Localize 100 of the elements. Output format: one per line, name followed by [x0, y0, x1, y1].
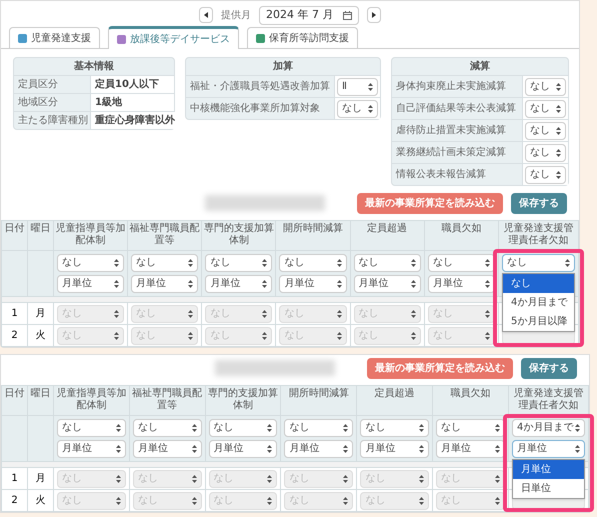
dropdown-select[interactable]: なし [436, 419, 505, 437]
dropdown-select[interactable]: なし [525, 144, 566, 162]
dropdown-select[interactable]: 月単位 [436, 440, 505, 458]
row-label: 主たる障害種別 [17, 114, 89, 128]
sort-caret-icon [262, 259, 268, 267]
sort-caret-icon [262, 310, 268, 318]
dropdown-select[interactable]: なし [132, 419, 202, 437]
left-arrow-icon [204, 12, 208, 18]
sort-caret-icon [116, 496, 121, 504]
dropdown-option[interactable]: 4か月目まで [503, 293, 574, 312]
sort-caret-icon [188, 332, 194, 340]
sort-caret-icon [410, 259, 416, 267]
sort-caret-icon [343, 496, 348, 504]
dropdown-option[interactable]: 月単位 [513, 460, 584, 479]
sort-caret-icon [368, 104, 373, 112]
dropdown-select[interactable]: なし [279, 254, 347, 272]
dropdown-select[interactable]: なし [337, 100, 378, 118]
dropdown-select[interactable]: なし [525, 78, 566, 96]
sort-caret-icon [114, 310, 120, 318]
row-label: 中核機能強化事業所加算対象 [189, 102, 321, 116]
sort-caret-icon [116, 474, 121, 482]
weekday-cell: 火 [36, 495, 46, 506]
dropdown-select[interactable]: 月単位 [428, 275, 495, 293]
dropdown-option[interactable]: 5か月目以降 [503, 312, 574, 331]
column-header: 日付 [4, 388, 24, 399]
sort-caret-icon [343, 424, 348, 432]
sort-caret-icon [192, 424, 197, 432]
dropdown-select[interactable]: Ⅱ [337, 78, 378, 96]
column-header: 開所時間減算 [283, 223, 344, 234]
dropdown-select[interactable]: 月単位 [205, 275, 272, 293]
tab[interactable]: 保育所等訪問支援 [247, 27, 358, 48]
sort-caret-icon [116, 424, 121, 432]
dropdown-select[interactable]: なし [360, 419, 430, 437]
sort-caret-icon [556, 82, 561, 90]
dropdown-select[interactable]: 月単位 [132, 440, 202, 458]
row-label: 虐待防止措置未実施減算 [395, 124, 507, 138]
row-label: 業務継続計画未策定減算 [395, 146, 507, 160]
dropdown-select[interactable]: 月単位 [354, 275, 421, 293]
dropdown-select[interactable]: 月単位 [512, 440, 585, 458]
sort-caret-icon [495, 474, 500, 482]
dropdown-select[interactable]: なし [208, 419, 278, 437]
dropdown-select[interactable]: 月単位 [131, 275, 198, 293]
tab[interactable]: 放課後等デイサービス [108, 26, 239, 49]
tab[interactable]: 児童発達支援 [9, 27, 100, 48]
sort-caret-icon [262, 332, 268, 340]
dropdown-select[interactable]: なし [525, 166, 566, 184]
dropdown-select[interactable]: なし [502, 254, 575, 272]
dropdown-select[interactable]: 月単位 [208, 440, 278, 458]
row-label: 身体拘束廃止未実施減算 [395, 80, 507, 94]
column-header: 専門的支援加算体制 [208, 388, 278, 411]
column-header: 定員超過 [367, 223, 408, 234]
sort-caret-icon [419, 445, 424, 453]
column-header: 日付 [4, 223, 24, 234]
dropdown-select[interactable]: 4か月目まで [512, 419, 585, 437]
dropdown-select[interactable]: 月単位 [57, 275, 124, 293]
previous-month-button[interactable] [199, 7, 213, 23]
date-cell: 2 [11, 495, 18, 506]
sort-caret-icon [188, 280, 194, 288]
dropdown-select[interactable]: なし [284, 419, 354, 437]
column-header: 職員欠如 [441, 223, 482, 234]
sort-caret-icon [336, 332, 342, 340]
sort-caret-icon [267, 474, 272, 482]
dropdown-select[interactable]: 月単位 [57, 440, 126, 458]
field-label: 提供月 [221, 8, 251, 22]
dropdown-select[interactable]: なし [57, 254, 124, 272]
sort-caret-icon [485, 310, 490, 318]
column-header: 児童指導員等加配体制 [56, 388, 126, 411]
sort-caret-icon [495, 496, 500, 504]
dropdown-select[interactable]: なし [205, 254, 272, 272]
sort-caret-icon [556, 148, 561, 156]
column-header: 開所時間減算 [288, 388, 349, 399]
row-label: 定員区分 [17, 78, 59, 92]
dropdown-select[interactable]: なし [428, 254, 495, 272]
weekday-cell: 火 [36, 330, 46, 341]
dropdown-select[interactable]: なし [525, 122, 566, 140]
save-button[interactable]: 保存する [521, 358, 577, 378]
dropdown-select[interactable]: なし [57, 419, 126, 437]
row-label: 自己評価結果等未公表減算 [395, 102, 517, 116]
sort-caret-icon [343, 474, 348, 482]
row-value: 定員10人以下 [90, 76, 174, 93]
sort-caret-icon [575, 445, 580, 453]
dropdown-select[interactable]: 月単位 [360, 440, 430, 458]
sort-caret-icon [267, 496, 272, 504]
dropdown-option[interactable]: なし [503, 274, 574, 293]
sort-caret-icon [485, 259, 490, 267]
save-button[interactable]: 保存する [511, 192, 567, 214]
dropdown-select[interactable]: 月単位 [279, 275, 347, 293]
sort-caret-icon [556, 104, 561, 112]
dropdown-select[interactable]: なし [525, 100, 566, 118]
next-month-button[interactable] [367, 7, 381, 23]
month-field[interactable]: 2024 年 7 月 [259, 6, 359, 24]
sort-caret-icon [556, 170, 561, 178]
dropdown-select[interactable]: なし [131, 254, 198, 272]
sort-caret-icon [556, 126, 561, 134]
sort-caret-icon [565, 259, 570, 267]
dropdown-select[interactable]: 月単位 [284, 440, 354, 458]
sort-caret-icon [114, 259, 120, 267]
dropdown-option[interactable]: 日単位 [513, 479, 584, 498]
dropdown-select[interactable]: なし [354, 254, 421, 272]
sort-caret-icon [192, 496, 197, 504]
